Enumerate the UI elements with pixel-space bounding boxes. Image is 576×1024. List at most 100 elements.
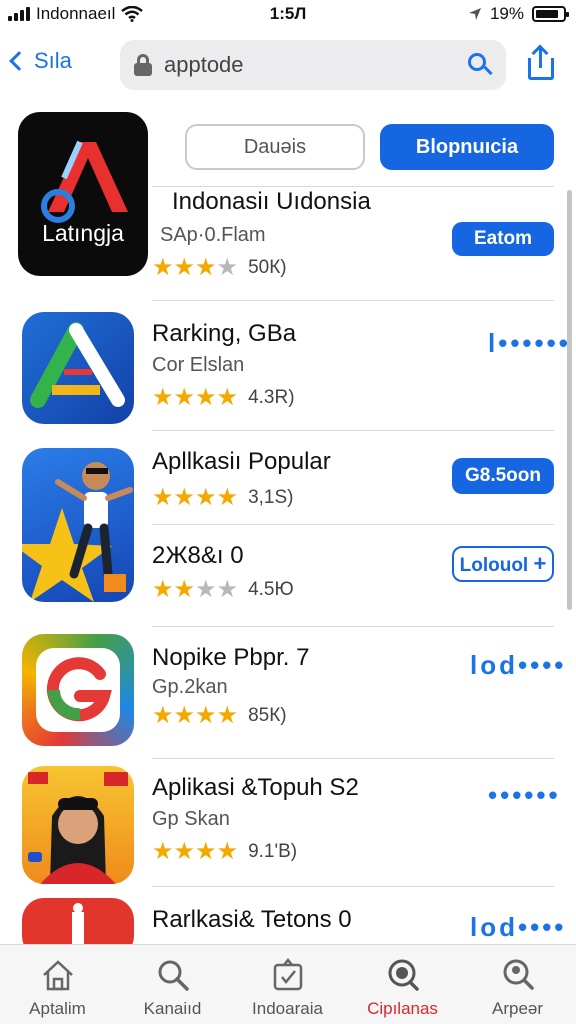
tab-profile[interactable]: Arpeər (460, 945, 575, 1024)
tab-label: Aptalim (29, 999, 86, 1018)
tab-label: Kanaiıd (143, 999, 202, 1018)
battery-icon (532, 6, 569, 22)
star-icon: ★ (173, 702, 196, 729)
tab-today[interactable]: Aptalim (0, 945, 115, 1024)
app-icon-nopike[interactable] (22, 634, 134, 746)
row-divider (152, 758, 554, 759)
star-icon: ★ (216, 384, 239, 411)
install-button[interactable]: G8.5oon (452, 458, 554, 494)
lock-icon (134, 54, 152, 76)
rating-count: 50К) (248, 257, 287, 278)
app-icon-ranking[interactable] (22, 312, 134, 424)
star-icon: ★ (152, 484, 174, 511)
triangle-a-logo (30, 322, 125, 408)
star-icon: ★ (195, 254, 217, 281)
rating-count: 9.1'B) (248, 841, 298, 862)
more-button[interactable]: lod•••• (470, 914, 566, 940)
back-button[interactable]: Sıla (6, 48, 72, 74)
app-rating: ★★★★ 9.1'B) (152, 840, 297, 864)
row-divider (152, 430, 554, 431)
download-button[interactable]: Lolouol + (452, 546, 554, 582)
app-rating: ★★★★ 4.5Ю (152, 578, 294, 602)
download-label: Lolouol (459, 555, 529, 576)
tab-apps[interactable]: Indoaraia (230, 945, 345, 1024)
star-icon: ★ (216, 838, 239, 865)
segment-left-button[interactable]: Dauəis (185, 124, 365, 170)
app-title[interactable]: Indonasiı Uıdonsia (172, 188, 371, 216)
star-icon: ★ (152, 838, 174, 865)
row-divider (152, 300, 554, 301)
get-button[interactable]: Eatom (452, 222, 554, 256)
more-button[interactable]: l•••••• (488, 330, 571, 356)
star-icon: ★ (173, 838, 196, 865)
star-icon: ★ (173, 576, 196, 603)
home-icon (43, 960, 73, 991)
star-icon: ★ (216, 576, 239, 603)
app-title[interactable]: Rarking, GBa (152, 320, 296, 348)
app-subtitle: Cor Elslan (152, 354, 245, 376)
star-icon: ★ (152, 576, 174, 603)
rating-count: 3,1S) (248, 487, 294, 508)
star-icon: ★ (195, 838, 217, 865)
share-icon[interactable] (526, 44, 556, 84)
star-rating: ★★★★ (152, 578, 238, 602)
more-button[interactable]: •••••• (488, 782, 561, 808)
letter-g-logo (36, 648, 120, 732)
segment-right-button[interactable]: Blopnuıcia (380, 124, 554, 170)
app-subtitle: Gp Skan (152, 808, 230, 830)
star-icon: ★ (195, 576, 217, 603)
app-title[interactable]: Rarlkasi& Tetons 0 (152, 906, 352, 934)
rating-count: 4.3R) (248, 387, 295, 408)
letter-a-logo (41, 140, 128, 223)
star-rating: ★★★★ (152, 256, 238, 280)
tab-search[interactable]: Kanaiıd (115, 945, 230, 1024)
nav-bar: Sıla apptode (0, 36, 576, 96)
plus-icon: + (533, 551, 547, 576)
app-rating: ★★★★ 85К) (152, 704, 287, 728)
search-icon (158, 960, 189, 991)
star-icon: ★ (173, 254, 196, 281)
star-icon: ★ (152, 384, 174, 411)
row-divider (152, 886, 554, 887)
tab-label: Indoaraia (252, 999, 323, 1018)
app-title[interactable]: Apllkasiı Popular (152, 448, 331, 476)
chevron-left-icon (9, 51, 29, 71)
app-icon-topuh[interactable] (22, 766, 134, 884)
apps-icon (273, 957, 303, 991)
row-divider (152, 186, 554, 187)
star-icon: ★ (173, 484, 196, 511)
tab-label: Arpeər (491, 999, 544, 1018)
location-icon (468, 8, 481, 20)
search-icon[interactable] (468, 53, 493, 77)
star-icon: ★ (152, 254, 174, 281)
star-icon: ★ (195, 484, 217, 511)
person-portrait (28, 772, 128, 884)
app-title[interactable]: 2Ж8&ı 0 (152, 542, 244, 570)
star-rating: ★★★★ (152, 486, 238, 510)
app-icon-popular[interactable] (22, 448, 134, 602)
app-title[interactable]: Aplikasi &Topuh S2 (152, 774, 359, 802)
app-rating: ★★★★ 4.3R) (152, 386, 295, 410)
app-rating: ★★★★ 3,1S) (152, 486, 293, 510)
tab-label: Cipılanas (367, 999, 438, 1018)
app-title[interactable]: Nopike Pbpr. 7 (152, 644, 309, 672)
star-rating: ★★★★ (152, 704, 238, 728)
tab-discover[interactable]: Cipılanas (345, 945, 460, 1024)
back-label: Sıla (34, 48, 72, 73)
more-button[interactable]: lod•••• (470, 652, 566, 678)
app-subtitle: Gp.2kan (152, 676, 228, 698)
app-icon-latingja[interactable]: Latıngja (18, 112, 148, 276)
star-icon: ★ (216, 484, 239, 511)
row-divider (152, 524, 554, 525)
profile-search-icon (503, 959, 534, 990)
status-bar: Indonnaeıl 1:5Л 19% (0, 0, 576, 30)
star-rating: ★★★★ (152, 840, 238, 864)
star-icon: ★ (195, 384, 217, 411)
scrollbar[interactable] (567, 190, 572, 610)
search-term: apptode (164, 52, 244, 77)
status-right: 19% (468, 4, 569, 24)
app-icon-text: Latıngja (42, 220, 124, 246)
search-field[interactable]: apptode (120, 40, 506, 90)
star-person-illustration (22, 462, 133, 602)
app-subtitle: SAp·0.Flam (160, 224, 266, 246)
